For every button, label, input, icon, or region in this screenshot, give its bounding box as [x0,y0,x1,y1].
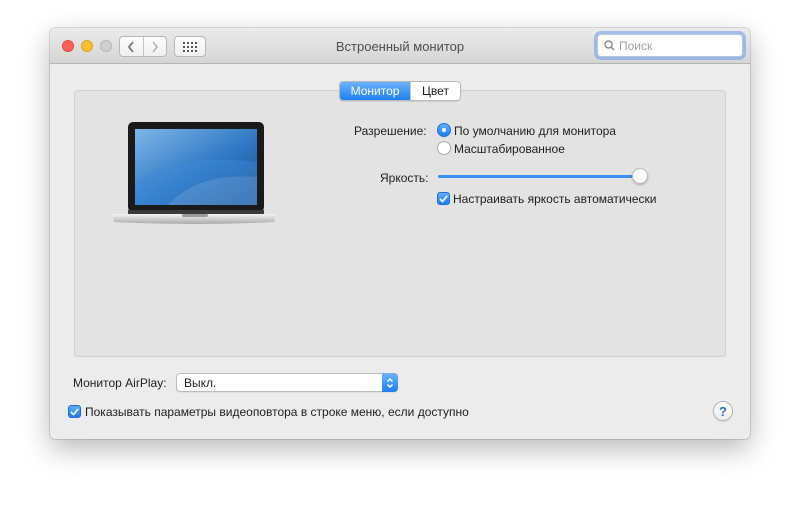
macbook-image [112,122,276,224]
checkmark-icon [439,194,448,203]
preferences-window: Встроенный монитор Монитор Цвет [50,28,750,439]
search-field[interactable] [597,34,743,57]
auto-brightness-checkbox[interactable] [437,192,450,205]
mirroring-checkbox[interactable] [68,405,81,418]
airplay-select-value: Выкл. [184,376,217,390]
resolution-default-label[interactable]: По умолчанию для монитора [454,124,616,138]
tab-color[interactable]: Цвет [410,82,460,100]
search-icon [604,40,615,51]
title-bar: Встроенный монитор [50,28,750,64]
search-input[interactable] [619,38,737,53]
up-down-arrows-icon [382,373,398,392]
brightness-slider[interactable] [438,175,648,178]
checkmark-icon [70,407,79,416]
auto-brightness-label[interactable]: Настраивать яркость автоматически [453,192,657,206]
tab-bar: Монитор Цвет [339,81,461,101]
help-button[interactable]: ? [713,401,733,421]
resolution-scaled-label[interactable]: Масштабированное [454,142,565,156]
airplay-label: Монитор AirPlay: [73,376,167,390]
brightness-slider-fill [438,175,640,178]
resolution-label: Разрешение: [354,124,427,138]
resolution-scaled-radio[interactable] [437,141,451,155]
brightness-label: Яркость: [380,171,429,185]
brightness-slider-knob[interactable] [631,168,648,184]
tab-monitor[interactable]: Монитор [340,82,410,100]
mirroring-label[interactable]: Показывать параметры видеоповтора в стро… [85,405,469,419]
airplay-select[interactable]: Выкл. [176,373,398,392]
resolution-default-radio[interactable] [437,123,451,137]
